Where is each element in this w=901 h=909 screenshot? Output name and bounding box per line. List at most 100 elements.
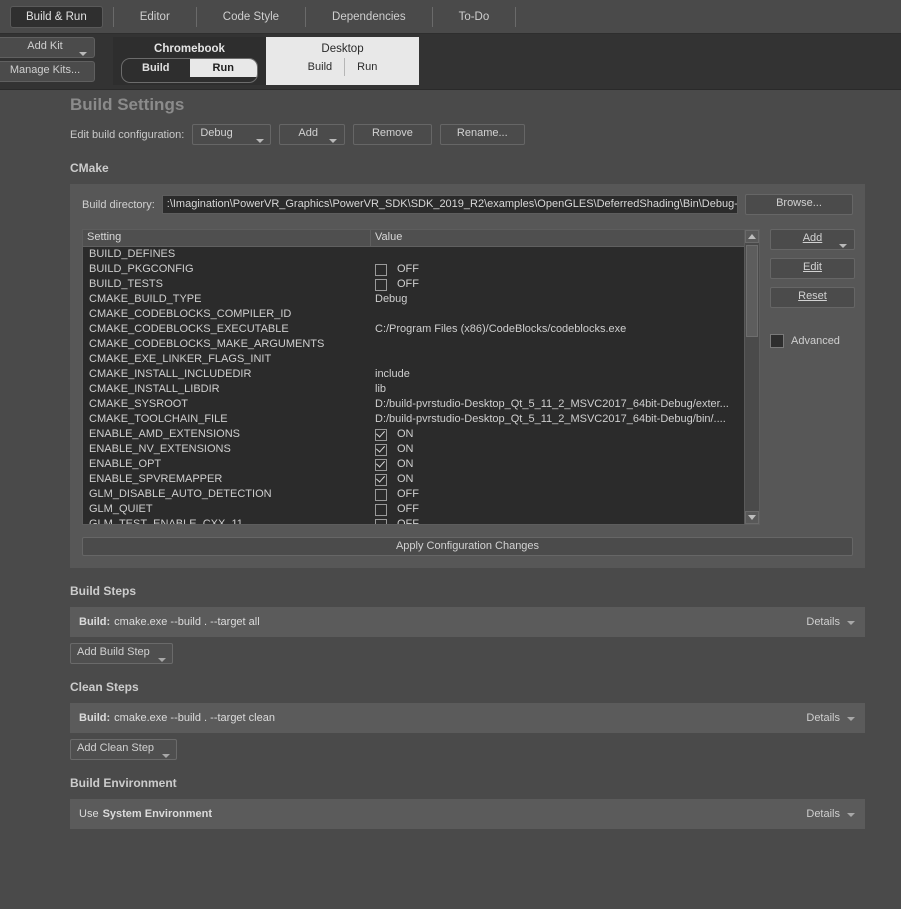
add-kit-label: Add Kit <box>27 40 63 52</box>
reset-setting-button[interactable]: Reset <box>770 287 855 308</box>
table-row[interactable]: GLM_DISABLE_AUTO_DETECTION OFF <box>83 487 744 502</box>
table-row[interactable]: BUILD_DEFINES <box>83 247 744 262</box>
manage-kits-button[interactable]: Manage Kits... <box>0 61 95 82</box>
table-cell-value <box>371 307 744 322</box>
table-cell-value-text: ON <box>397 473 414 485</box>
build-environment-details-label: Details <box>806 808 840 820</box>
cmake-table-area: Setting Value BUILD_DEFINES BUILD_PKGCONF… <box>82 229 855 525</box>
build-environment-row[interactable]: Use System Environment Details <box>70 799 865 829</box>
table-cell-value: ON <box>371 472 744 487</box>
table-cell-setting: CMAKE_SYSROOT <box>89 398 189 410</box>
kit-buttons: Add Kit Manage Kits... <box>0 34 95 85</box>
tab-build-and-run[interactable]: Build & Run <box>10 5 103 28</box>
advanced-checkbox-row[interactable]: Advanced <box>770 334 853 348</box>
add-configuration-label: Add <box>298 127 318 139</box>
table-cell-value: OFF <box>371 502 744 517</box>
build-step-row[interactable]: Build: cmake.exe --build . --target all … <box>70 607 865 637</box>
table-row[interactable]: BUILD_PKGCONFIG OFF <box>83 262 744 277</box>
scroll-down-arrow-icon[interactable] <box>745 511 759 524</box>
build-directory-input[interactable]: :\Imagination\PowerVR_Graphics\PowerVR_S… <box>161 195 738 214</box>
scrollbar-thumb[interactable] <box>746 245 758 337</box>
add-clean-step-button[interactable]: Add Clean Step <box>70 739 178 760</box>
add-configuration-button[interactable]: Add <box>279 124 345 145</box>
chevron-down-icon <box>79 45 87 62</box>
table-cell-setting: CMAKE_BUILD_TYPE <box>89 293 202 305</box>
add-build-step-button[interactable]: Add Build Step <box>70 643 173 664</box>
table-cell-setting: BUILD_DEFINES <box>89 248 176 260</box>
chevron-down-icon <box>162 747 171 764</box>
build-environment-details-button[interactable]: Details <box>806 808 855 820</box>
table-row[interactable]: ENABLE_AMD_EXTENSIONS ON <box>83 427 744 442</box>
tab-code-style[interactable]: Code Style <box>207 6 295 28</box>
table-row[interactable]: CMAKE_SYSROOT D:/build-pvrstudio-Desktop_… <box>83 397 744 412</box>
build-environment-name: System Environment <box>102 808 212 820</box>
kit-chromebook-mode-run[interactable]: Run <box>189 59 257 77</box>
table-cell-value: OFF <box>371 262 744 277</box>
chevron-down-icon <box>839 237 847 254</box>
add-kit-button[interactable]: Add Kit <box>0 37 95 58</box>
checkbox-checked-icon[interactable] <box>375 473 387 486</box>
advanced-checkbox[interactable] <box>770 334 784 348</box>
clean-step-row[interactable]: Build: cmake.exe --build . --target clea… <box>70 703 865 733</box>
table-cell-setting: CMAKE_TOOLCHAIN_FILE <box>89 413 228 425</box>
build-step-details-button[interactable]: Details <box>806 616 855 628</box>
table-row[interactable]: GLM_TEST_ENABLE_CXX_11 OFF <box>83 517 744 524</box>
clean-step-details-button[interactable]: Details <box>806 712 855 724</box>
kit-chromebook[interactable]: Chromebook Build Run <box>113 37 266 85</box>
column-header-value[interactable]: Value <box>371 230 744 246</box>
tab-dependencies[interactable]: Dependencies <box>316 6 422 28</box>
build-configuration-value: Debug <box>200 127 233 139</box>
table-row[interactable]: ENABLE_OPT ON <box>83 457 744 472</box>
edit-setting-button[interactable]: Edit <box>770 258 855 279</box>
table-row[interactable]: BUILD_TESTS OFF <box>83 277 744 292</box>
cmake-settings-table: Setting Value BUILD_DEFINES BUILD_PKGCONF… <box>82 229 760 525</box>
checkbox-unchecked-icon[interactable] <box>375 503 387 516</box>
table-cell-value: ON <box>371 457 744 472</box>
column-header-setting[interactable]: Setting <box>83 230 371 246</box>
tab-to-do[interactable]: To-Do <box>443 6 506 28</box>
table-cell-value: D:/build-pvrstudio-Desktop_Qt_5_11_2_MSV… <box>375 398 729 410</box>
table-row[interactable]: CMAKE_TOOLCHAIN_FILE D:/build-pvrstudio-D… <box>83 412 744 427</box>
table-cell-setting: CMAKE_CODEBLOCKS_COMPILER_ID <box>89 308 292 320</box>
checkbox-checked-icon[interactable] <box>375 458 387 471</box>
table-cell-setting: BUILD_TESTS <box>89 278 163 290</box>
kit-desktop-mode-run[interactable]: Run <box>344 58 389 76</box>
checkbox-unchecked-icon[interactable] <box>375 518 387 524</box>
chevron-down-icon <box>157 651 166 668</box>
checkbox-unchecked-icon[interactable] <box>375 278 387 291</box>
kit-chromebook-mode-build[interactable]: Build <box>122 59 190 77</box>
tab-separator <box>515 6 517 27</box>
build-directory-row: Build directory: :\Imagination\PowerVR_G… <box>82 194 853 215</box>
remove-configuration-button[interactable]: Remove <box>352 124 432 145</box>
browse-button[interactable]: Browse... <box>745 194 853 215</box>
kit-desktop-mode-build[interactable]: Build <box>296 58 344 76</box>
table-row[interactable]: CMAKE_INSTALL_INCLUDEDIR include <box>83 367 744 382</box>
cmake-panel: Build directory: :\Imagination\PowerVR_G… <box>70 184 865 568</box>
apply-configuration-changes-button[interactable]: Apply Configuration Changes <box>82 537 853 556</box>
add-setting-button[interactable]: Add <box>770 229 855 250</box>
build-configuration-select[interactable]: Debug <box>192 124 272 145</box>
scroll-up-arrow-icon[interactable] <box>745 230 759 243</box>
build-step-details-label: Details <box>806 616 840 628</box>
table-row[interactable]: CMAKE_EXE_LINKER_FLAGS_INIT <box>83 352 744 367</box>
table-row[interactable]: ENABLE_SPVREMAPPER ON <box>83 472 744 487</box>
kit-desktop-modes: Build Run <box>266 58 419 81</box>
checkbox-unchecked-icon[interactable] <box>375 488 387 501</box>
table-row[interactable]: CMAKE_CODEBLOCKS_COMPILER_ID <box>83 307 744 322</box>
table-cell-value <box>371 352 744 367</box>
rename-configuration-button[interactable]: Rename... <box>439 124 525 145</box>
checkbox-unchecked-icon[interactable] <box>375 263 387 276</box>
table-row[interactable]: CMAKE_BUILD_TYPE Debug <box>83 292 744 307</box>
cmake-table-scrollbar[interactable] <box>744 230 759 524</box>
clean-step-details-label: Details <box>806 712 840 724</box>
table-row[interactable]: GLM_QUIET OFF <box>83 502 744 517</box>
table-row[interactable]: CMAKE_INSTALL_LIBDIR lib <box>83 382 744 397</box>
kit-desktop[interactable]: Desktop Build Run <box>266 37 419 85</box>
tab-editor[interactable]: Editor <box>124 6 186 28</box>
table-row[interactable]: CMAKE_CODEBLOCKS_EXECUTABLE C:/Program Fi… <box>83 322 744 337</box>
checkbox-checked-icon[interactable] <box>375 428 387 441</box>
table-row[interactable]: CMAKE_CODEBLOCKS_MAKE_ARGUMENTS <box>83 337 744 352</box>
table-row[interactable]: ENABLE_NV_EXTENSIONS ON <box>83 442 744 457</box>
table-cell-value: ON <box>371 427 744 442</box>
checkbox-checked-icon[interactable] <box>375 443 387 456</box>
